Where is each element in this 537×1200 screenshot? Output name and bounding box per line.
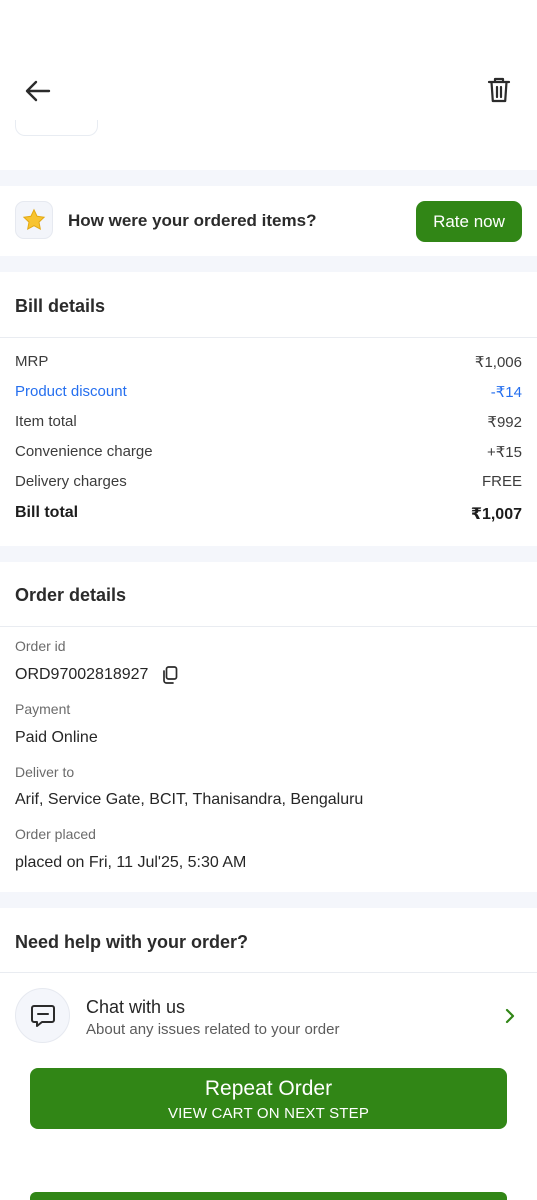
section-gap <box>0 892 537 908</box>
star-icon <box>22 208 46 231</box>
order-id-value: ORD97002818927 <box>15 666 149 683</box>
section-gap <box>0 546 537 562</box>
help-title: Need help with your order? <box>15 932 249 952</box>
bill-row-item-total: Item total ₹992 <box>15 413 522 433</box>
bill-label: MRP <box>15 353 49 370</box>
bill-row-total: Bill total ₹1,007 <box>15 504 522 524</box>
bill-details-section: Bill details MRP ₹1,006 Product discount… <box>0 272 537 546</box>
order-placed-label: Order placed <box>15 826 96 842</box>
payment-value: Paid Online <box>15 729 98 746</box>
bill-value: ₹992 <box>487 414 522 431</box>
bill-value: ₹1,007 <box>470 506 522 523</box>
bill-row-discount: Product discount -₹14 <box>15 383 522 403</box>
payment-label: Payment <box>15 701 71 717</box>
star-badge <box>15 201 53 239</box>
rate-items-banner: How were your ordered items? Rate now <box>0 186 537 256</box>
chat-title: Chat with us <box>86 997 186 1017</box>
bill-value: -₹14 <box>490 384 522 401</box>
order-id-label: Order id <box>15 638 66 654</box>
arrow-left-icon <box>25 80 51 102</box>
rate-now-button[interactable]: Rate now <box>416 201 522 242</box>
bill-row-mrp: MRP ₹1,006 <box>15 353 522 373</box>
deliver-to-value: Arif, Service Gate, BCIT, Thanisandra, B… <box>15 791 364 808</box>
divider <box>0 626 537 627</box>
chat-icon-badge <box>15 988 70 1043</box>
section-gap <box>0 256 537 272</box>
divider <box>0 972 537 973</box>
item-card-edge <box>15 120 98 136</box>
bill-value: FREE <box>481 473 522 490</box>
copy-icon[interactable] <box>162 666 178 684</box>
bill-value: +₹15 <box>487 444 522 461</box>
bill-label: Bill total <box>15 504 79 521</box>
deliver-to-label: Deliver to <box>15 764 75 780</box>
bill-row-convenience: Convenience charge +₹15 <box>15 443 522 463</box>
bill-row-delivery: Delivery charges FREE <box>15 473 522 493</box>
bill-details-title: Bill details <box>15 296 106 316</box>
repeat-order-label: Repeat Order <box>204 1077 333 1100</box>
delete-button[interactable] <box>483 74 515 106</box>
order-details-title: Order details <box>15 585 127 605</box>
order-placed-value: placed on Fri, 11 Jul'25, 5:30 AM <box>15 854 247 871</box>
bill-label: Convenience charge <box>15 443 153 460</box>
trash-icon <box>487 77 511 103</box>
back-button[interactable] <box>22 75 54 107</box>
repeat-order-sublabel: VIEW CART ON NEXT STEP <box>167 1105 370 1122</box>
bottom-button-edge <box>30 1192 507 1200</box>
bill-label: Product discount <box>15 383 127 400</box>
divider <box>0 337 537 338</box>
chat-with-us-row[interactable]: Chat with us About any issues related to… <box>0 975 537 1055</box>
rate-question: How were your ordered items? <box>68 211 317 230</box>
chat-bubble-icon <box>30 1004 55 1027</box>
chat-subtitle: About any issues related to your order <box>86 1021 340 1038</box>
order-details-section: Order details <box>0 562 537 892</box>
bill-label: Delivery charges <box>15 473 127 490</box>
bill-label: Item total <box>15 413 77 430</box>
section-gap <box>0 170 537 186</box>
top-bar <box>0 0 537 170</box>
bill-value: ₹1,006 <box>474 354 522 371</box>
chevron-right-icon <box>505 1008 515 1024</box>
repeat-order-button[interactable]: Repeat Order VIEW CART ON NEXT STEP <box>30 1068 507 1129</box>
